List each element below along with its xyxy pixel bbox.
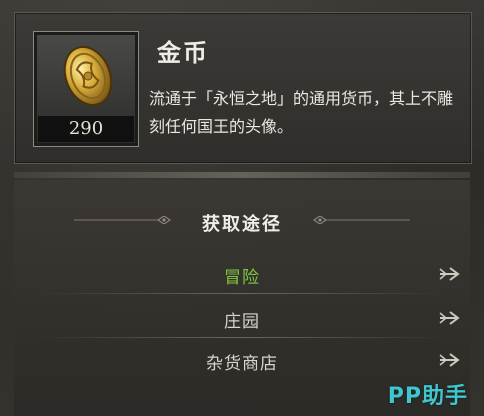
- ornament-right-icon: [313, 216, 410, 224]
- item-name: 金币: [157, 39, 209, 67]
- row-divider: [38, 293, 446, 294]
- item-info-card: 290 金币 流通于「永恒之地」的通用货币，其上不雕刻任何国王的头像。: [14, 12, 472, 164]
- source-row-adventure[interactable]: 冒险: [14, 254, 470, 294]
- source-label: 庄园: [224, 312, 260, 332]
- go-arrow-icon[interactable]: [438, 266, 460, 282]
- acquisition-header: 获取途径: [14, 202, 470, 236]
- item-count: 290: [38, 116, 134, 142]
- item-description: 流通于「永恒之地」的通用货币，其上不雕刻任何国王的头像。: [149, 89, 454, 136]
- gold-coin-icon: [63, 45, 113, 107]
- item-icon-frame: 290: [33, 31, 139, 147]
- item-detail-panel: 290 金币 流通于「永恒之地」的通用货币，其上不雕刻任何国王的头像。 获取途径…: [0, 0, 484, 416]
- watermark: PP助手: [387, 384, 468, 409]
- go-arrow-icon[interactable]: [438, 352, 460, 368]
- source-row-grocery-store[interactable]: 杂货商店: [14, 340, 470, 380]
- source-row-manor[interactable]: 庄园: [14, 298, 470, 338]
- row-divider: [38, 337, 446, 338]
- source-label: 杂货商店: [206, 354, 278, 374]
- source-label: 冒险: [224, 268, 260, 288]
- section-divider: [14, 172, 470, 178]
- go-arrow-icon[interactable]: [438, 310, 460, 326]
